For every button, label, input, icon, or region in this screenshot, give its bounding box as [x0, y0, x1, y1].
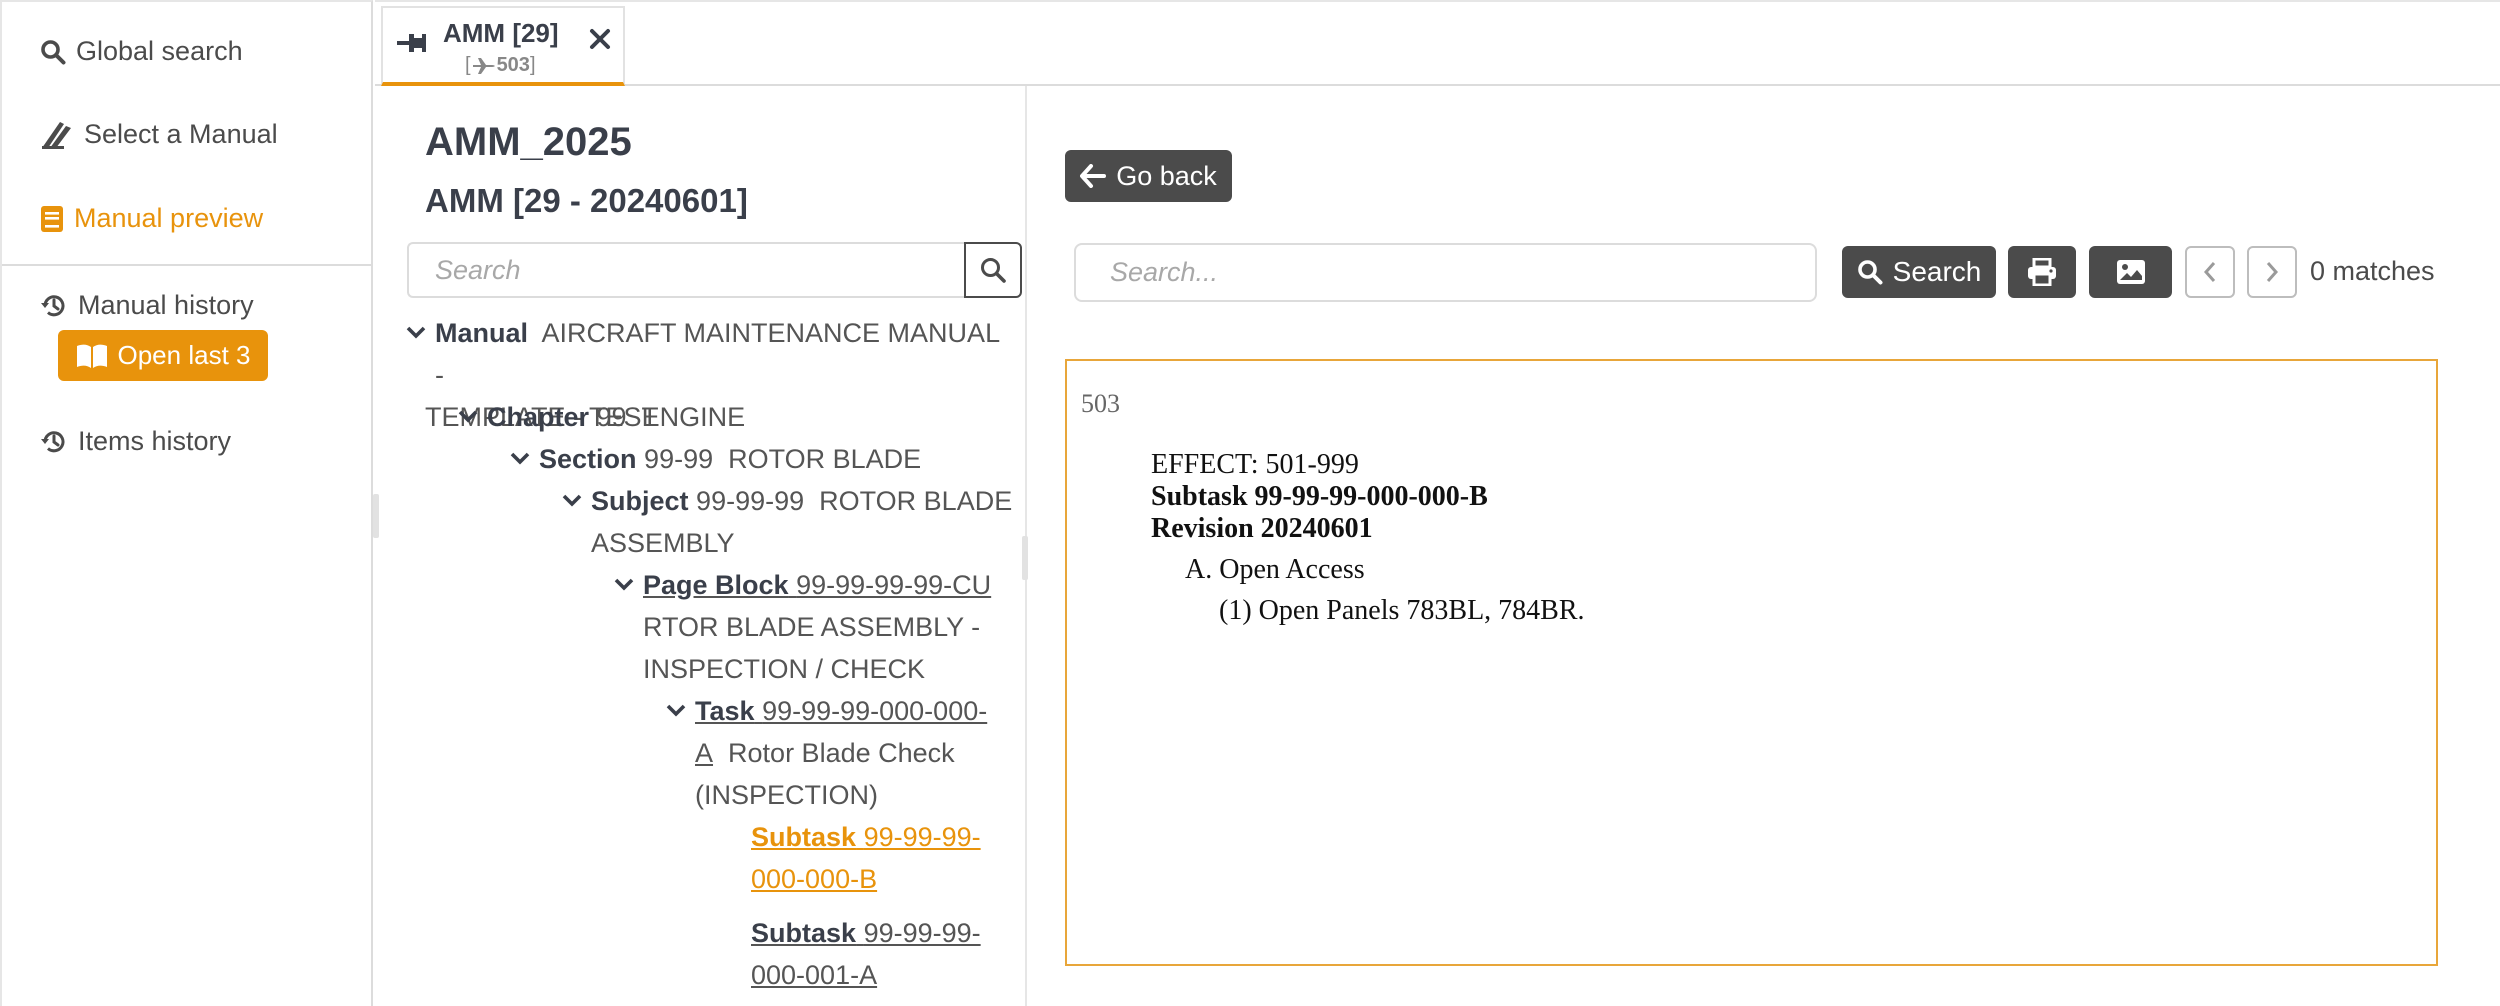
manual-title: AMM_2025 — [425, 120, 632, 164]
tab-subtitle: [ 503 ] — [465, 54, 536, 77]
airplane-icon — [472, 57, 495, 74]
node-number: 99-99-99- — [863, 822, 981, 852]
search-icon — [981, 258, 1006, 283]
chevron-down-icon[interactable] — [509, 447, 531, 469]
node-number: 99-99-99- — [863, 918, 981, 948]
subtask-heading: Subtask 99-99-99-000-000-B — [1151, 481, 1488, 512]
tree-node-subtask[interactable]: Subtask 99-99-99- 000-001-A — [751, 912, 1031, 996]
node-number: 99-99-99 — [696, 486, 805, 516]
open-book-icon — [76, 344, 107, 368]
node-keyword: Manual — [435, 318, 529, 348]
chevron-left-icon — [2203, 262, 2216, 282]
tab-amm-29[interactable]: AMM [29] [ 503 ] — [381, 6, 625, 86]
node-number-cont: 000-001-A — [751, 960, 878, 990]
sidebar-item-items-history[interactable]: Items history — [40, 426, 231, 457]
tree-search-button[interactable] — [964, 242, 1022, 298]
node-title: ROTOR BLADE — [728, 444, 922, 474]
search-button[interactable]: Search — [1842, 246, 1996, 298]
print-button[interactable] — [2008, 246, 2076, 298]
book-icon — [41, 205, 63, 232]
open-last-label: Open last 3 — [117, 340, 251, 370]
node-keyword: Chapter — [487, 402, 590, 432]
node-number: 99 — [596, 402, 627, 432]
arrow-left-icon — [1080, 164, 1107, 188]
tab-sub-bracket-close: ] — [529, 54, 536, 76]
image-icon — [2116, 260, 2145, 284]
sidebar: Global search Select a Manual Manual pre… — [0, 0, 373, 1006]
tree-node-task[interactable]: Task 99-99-99-000-000- A Rotor Blade Che… — [665, 690, 1035, 816]
node-number: 99-99-99-99-CU — [796, 570, 992, 600]
tab-title: AMM [29] — [443, 18, 559, 48]
open-last-button[interactable]: Open last 3 — [58, 330, 268, 381]
history-icon — [41, 430, 65, 452]
history-icon — [41, 294, 65, 316]
node-title: ENGINE — [641, 402, 746, 432]
page-number: 503 — [1081, 389, 1120, 418]
node-keyword: Subtask — [751, 822, 857, 852]
effectivity: EFFECT: 501-999 — [1151, 449, 1359, 480]
tab-sub-bracket-open: [ — [465, 54, 471, 76]
node-keyword: Section — [539, 444, 637, 474]
manual-select-icon — [42, 121, 71, 149]
previous-match-button[interactable] — [2185, 246, 2235, 298]
search-icon — [41, 39, 66, 64]
match-count: 0 matches — [2310, 256, 2435, 286]
go-back-button[interactable]: Go back — [1065, 150, 1232, 202]
node-title: Rotor Blade Check — [728, 738, 955, 768]
node-title-cont: INSPECTION / CHECK — [643, 654, 926, 684]
step-a: A. Open Access — [1185, 554, 1365, 585]
sidebar-item-label: Select a Manual — [84, 119, 278, 149]
sidebar-item-label: Global search — [76, 36, 243, 66]
chevron-down-icon[interactable] — [613, 573, 635, 595]
node-keyword: Page Block — [643, 570, 789, 600]
sidebar-item-select-manual[interactable]: Select a Manual — [40, 119, 278, 150]
node-title: ROTOR BLADE — [819, 486, 1013, 516]
tree-node-chapter[interactable]: Chapter 99 ENGINE — [457, 396, 1017, 438]
search-icon — [1857, 260, 1883, 285]
chevron-right-icon — [2266, 262, 2279, 282]
node-title: RTOR BLADE ASSEMBLY - — [643, 612, 981, 642]
node-keyword: Subject — [591, 486, 689, 516]
node-number-cont: 000-000-B — [751, 864, 878, 894]
sidebar-item-manual-history[interactable]: Manual history — [40, 290, 254, 321]
revision-heading: Revision 20240601 — [1151, 513, 1373, 544]
node-keyword: Subtask — [751, 918, 857, 948]
search-button-label: Search — [1892, 256, 1982, 287]
manual-subtitle: AMM [29 - 20240601] — [425, 182, 748, 219]
sidebar-item-label: Items history — [78, 426, 232, 456]
sidebar-item-manual-preview[interactable]: Manual preview — [40, 203, 263, 234]
pin-icon[interactable] — [397, 30, 427, 56]
tree-resize-handle[interactable] — [1022, 536, 1028, 580]
tab-sub-value: 503 — [496, 54, 530, 76]
sidebar-item-label: Manual history — [78, 290, 254, 320]
sidebar-item-global-search[interactable]: Global search — [40, 36, 243, 67]
print-icon — [2028, 258, 2056, 286]
image-button[interactable] — [2089, 246, 2172, 298]
tree-node-subject[interactable]: Subject 99-99-99 ROTOR BLADE ASSEMBLY — [561, 480, 1031, 564]
node-number: 99-99-99-000-000- — [762, 696, 988, 726]
manual-tree-panel: AMM_2025 AMM [29 - 20240601] Manual AIRC… — [375, 86, 1027, 1006]
node-title-cont: (INSPECTION) — [695, 780, 879, 810]
sidebar-divider — [2, 264, 373, 266]
tab-bar: AMM [29] [ 503 ] — [375, 0, 2500, 86]
close-icon[interactable] — [589, 28, 611, 50]
chevron-down-icon[interactable] — [561, 489, 583, 511]
content-search-input[interactable] — [1074, 243, 1817, 302]
tree-node-page-block[interactable]: Page Block 99-99-99-99-CU RTOR BLADE ASS… — [613, 564, 1033, 690]
node-keyword: Task — [695, 696, 755, 726]
chevron-down-icon[interactable] — [665, 699, 687, 721]
tree-search-input[interactable] — [407, 242, 965, 298]
chevron-down-icon[interactable] — [405, 321, 427, 343]
tree-node-section[interactable]: Section 99-99 ROTOR BLADE — [509, 438, 1029, 480]
chevron-down-icon[interactable] — [457, 405, 479, 427]
tree-node-subtask-selected[interactable]: Subtask 99-99-99- 000-000-B — [751, 816, 1031, 900]
node-number: 99-99 — [644, 444, 714, 474]
node-number-cont: A — [695, 738, 714, 768]
document-viewer: 503 EFFECT: 501-999 Subtask 99-99-99-000… — [1065, 359, 2438, 966]
step-1: (1) Open Panels 783BL, 784BR. — [1219, 595, 1585, 626]
go-back-label: Go back — [1116, 160, 1217, 191]
next-match-button[interactable] — [2247, 246, 2297, 298]
sidebar-item-label: Manual preview — [74, 203, 264, 233]
node-title-cont: ASSEMBLY — [591, 528, 735, 558]
